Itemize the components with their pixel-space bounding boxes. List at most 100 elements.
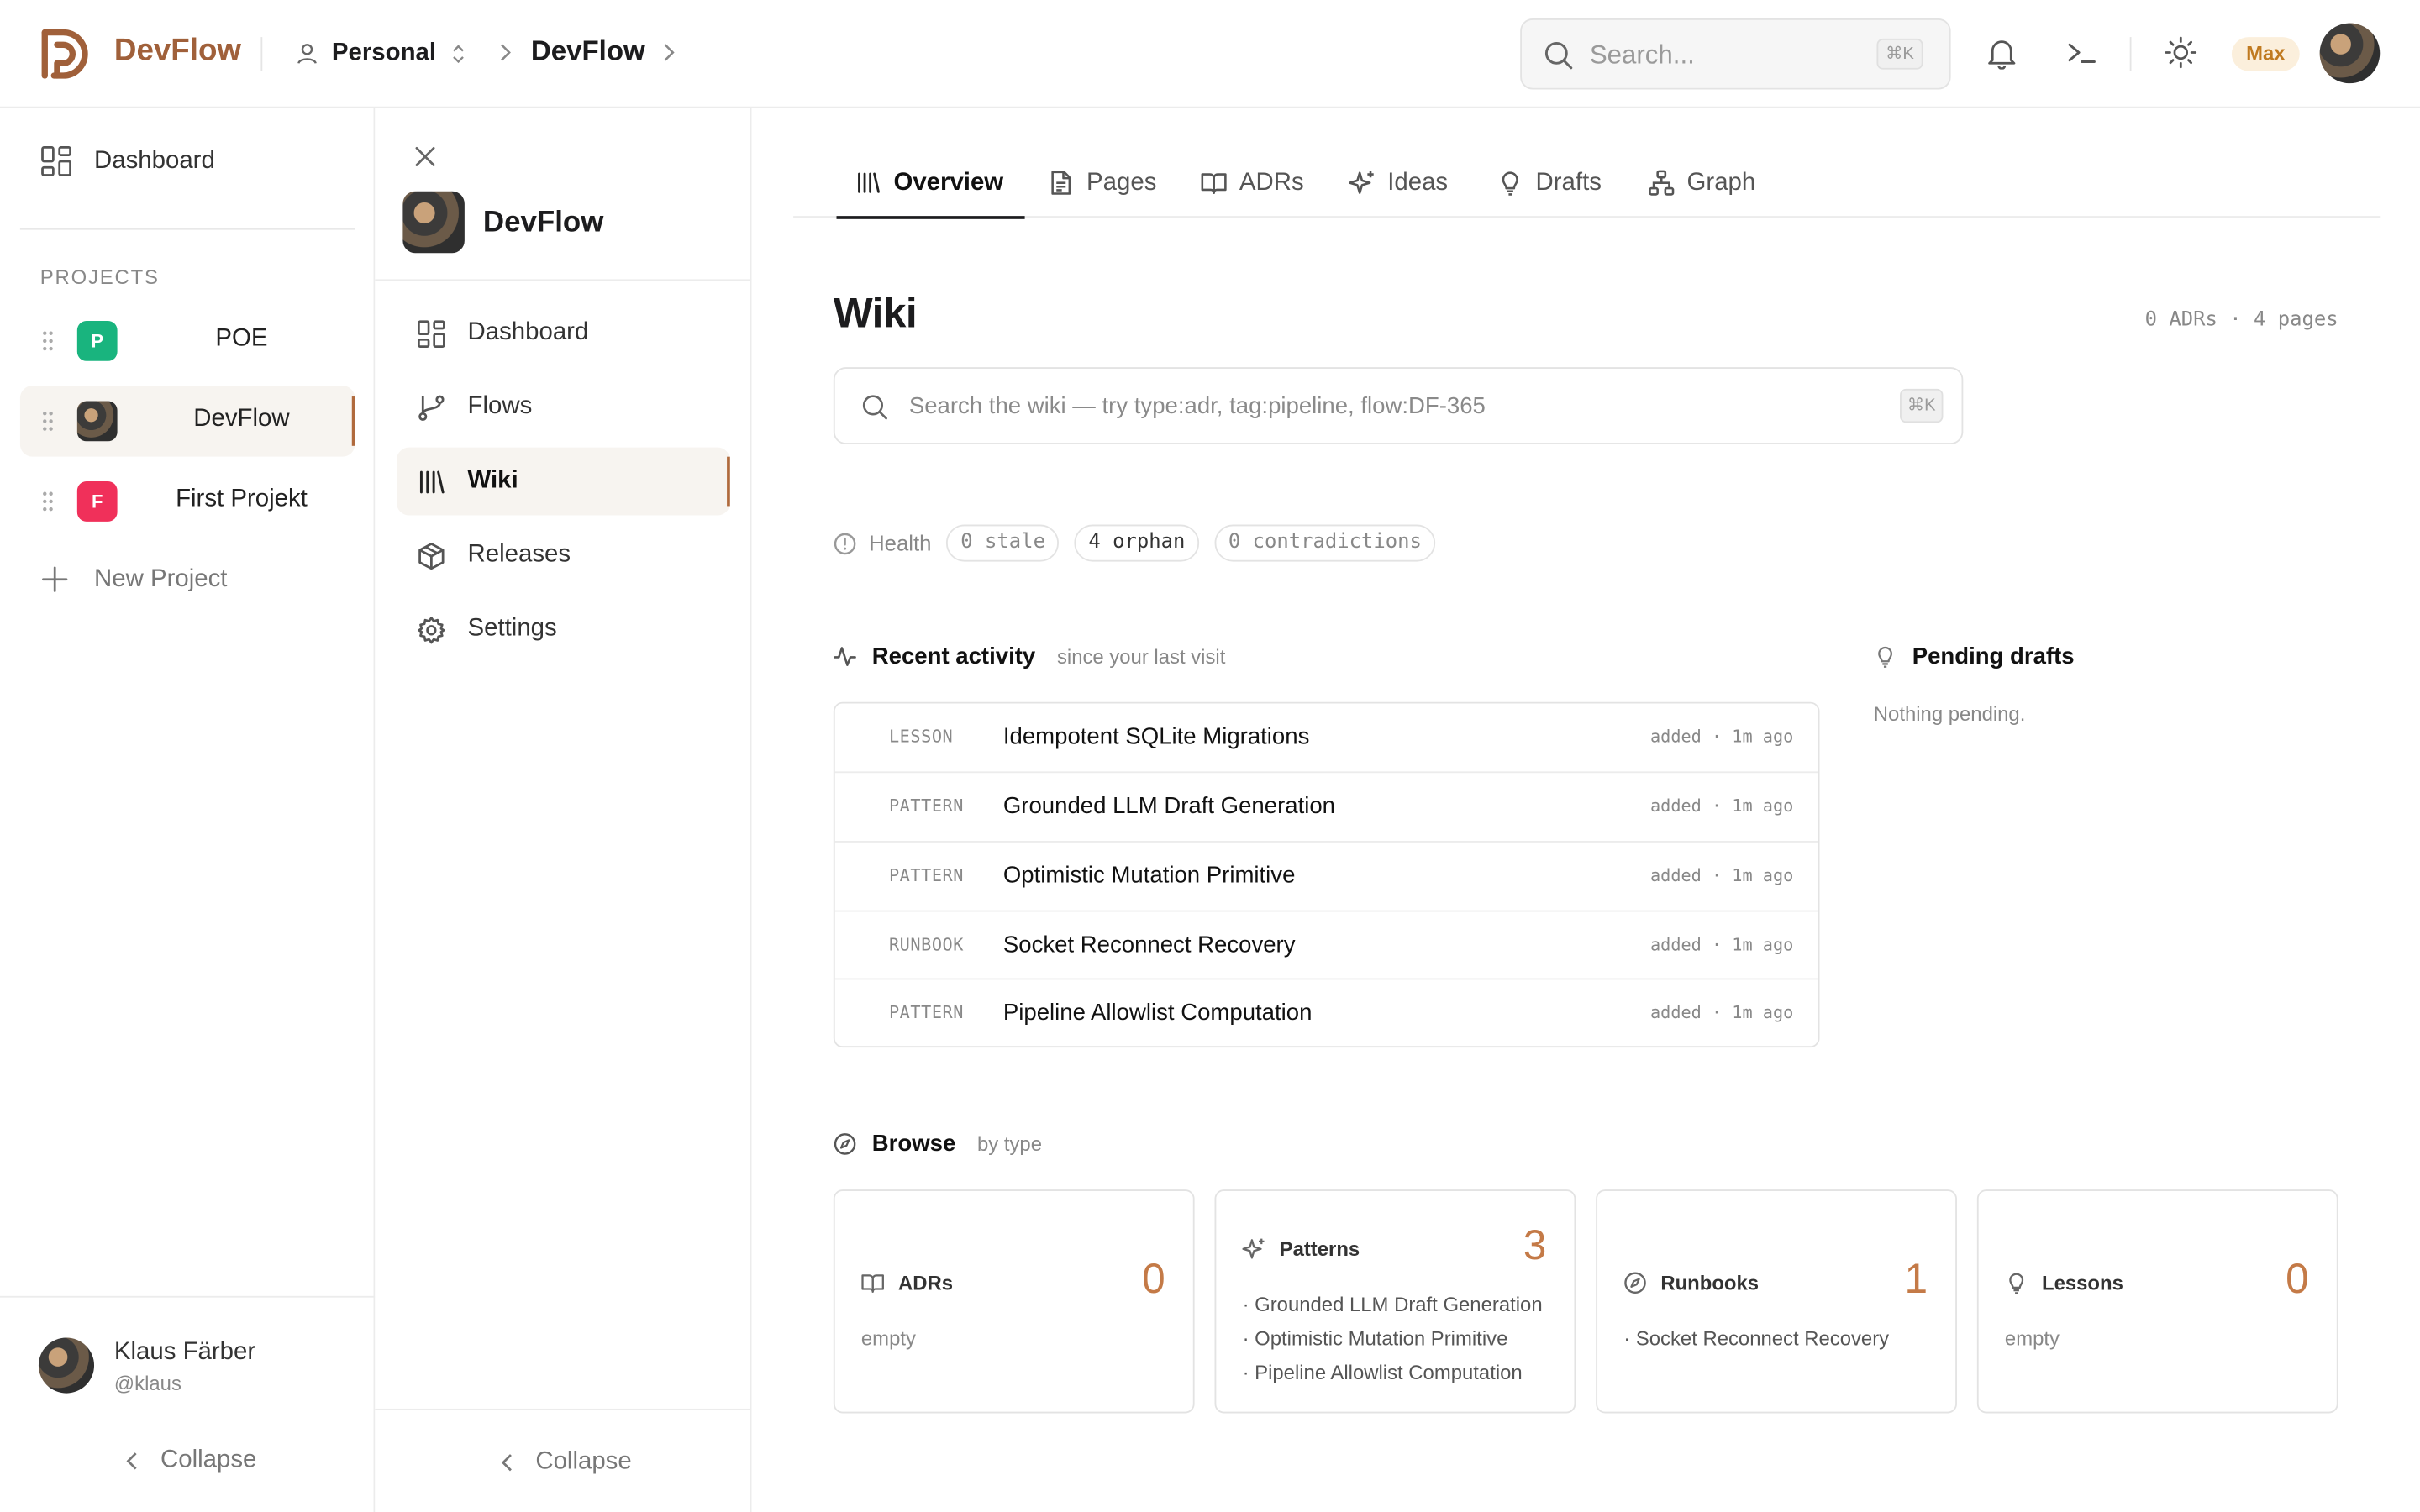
browse-card-patterns[interactable]: Patterns 3 · Grounded LLM Draft Generati… [1214,1189,1576,1414]
tab-label: Pages [1086,169,1157,196]
drag-handle-icon[interactable] [40,330,55,352]
nav-item-flows[interactable]: Flows [397,373,730,441]
card-title: Lessons [2005,1271,2123,1294]
browse-card-runbooks[interactable]: Runbooks 1 · Socket Reconnect Recovery [1596,1189,1957,1414]
tab-pages[interactable]: Pages [1048,148,1156,218]
chevron-right-icon[interactable] [659,42,677,64]
collapse-button[interactable]: Collapse [498,1448,632,1477]
new-project-button[interactable]: New Project [40,564,228,594]
divider [2129,37,2132,71]
top-bar: DevFlow Personal DevFlow Search... ⌘K Ma… [0,0,2420,108]
stale-chip[interactable]: 0 stale [946,524,1060,562]
new-project-label: New Project [94,565,228,592]
project-item-devflow[interactable]: DevFlow [19,386,355,457]
divider [375,279,752,281]
user-name: Klaus Färber [113,1339,256,1366]
nav-label: Releases [467,541,571,568]
activity-row[interactable]: RUNBOOK Socket Reconnect Recovery added … [834,910,1818,980]
card-list-item[interactable]: · Pipeline Allowlist Computation [1243,1361,1560,1384]
sidebar-footer: Collapse [375,1408,752,1512]
activity-row[interactable]: PATTERN Optimistic Mutation Primitive ad… [834,841,1818,911]
git-branch-icon [418,394,445,421]
activity-row[interactable]: PATTERN Grounded LLM Draft Generation ad… [834,771,1818,841]
collapse-label: Collapse [535,1448,632,1475]
search-icon [1544,41,1573,70]
drag-handle-icon[interactable] [40,411,55,433]
terminal-icon[interactable] [2065,35,2099,69]
book-open-icon [861,1274,884,1293]
user-badge[interactable]: Max [2231,37,2300,71]
nav-label: Wiki [467,467,518,494]
breadcrumb-project[interactable]: DevFlow [531,35,645,68]
collapse-button[interactable]: Collapse [124,1447,256,1475]
browse-card-lessons[interactable]: Lessons 0 empty [1976,1189,2338,1414]
brand-name[interactable]: DevFlow [114,34,241,69]
chevron-right-icon [501,44,511,61]
workspace-switcher[interactable]: Personal [295,37,467,71]
user-avatar[interactable] [2319,23,2381,84]
page-title: Wiki [833,290,918,337]
section-title: Recent activity [871,643,1036,670]
card-count: 3 [1523,1221,1547,1268]
activity-type: RUNBOOK [888,935,964,955]
close-icon[interactable] [412,144,438,170]
tab-adrs[interactable]: ADRs [1201,148,1304,218]
project-name: DevFlow [193,406,290,433]
card-list-item[interactable]: · Optimistic Mutation Primitive [1243,1327,1560,1351]
card-list-item[interactable]: · Socket Reconnect Recovery [1623,1327,1940,1351]
activity-row[interactable]: LESSON Idempotent SQLite Migrations adde… [835,704,1818,774]
bell-icon[interactable] [1985,35,2018,70]
search-icon [862,395,887,420]
card-empty: empty [860,1326,916,1351]
drafts-empty-text: Nothing pending. [1873,701,2026,726]
info-circle-icon [834,532,856,554]
activity-row[interactable]: PATTERN Pipeline Allowlist Computation a… [834,978,1818,1046]
activity-meta: added · 1m ago [1649,795,1794,816]
tab-overview[interactable]: Overview [836,148,1026,219]
sun-icon[interactable] [2164,35,2197,69]
drag-handle-icon[interactable] [40,491,55,512]
nav-item-dashboard[interactable]: Dashboard [397,299,730,367]
section-title: Browse [871,1131,956,1158]
package-icon [418,542,445,570]
wiki-tabs: Overview Pages ADRs Ideas Drafts Graph [793,148,2381,219]
projects-sidebar: Dashboard PROJECTS P POE DevFlow F First… [0,108,376,1512]
contradictions-chip[interactable]: 0 contradictions [1214,524,1436,562]
section-subtitle: by type [976,1132,1042,1156]
projects-heading: PROJECTS [39,265,160,289]
nav-item-wiki[interactable]: Wiki [397,447,730,516]
activity-meta: added · 1m ago [1649,865,1794,886]
activity-meta: added · 1m ago [1649,1002,1794,1023]
devflow-logo-icon[interactable] [37,24,96,83]
activity-list: LESSON Idempotent SQLite Migrations adde… [833,701,1820,1048]
orphan-chip[interactable]: 4 orphan [1074,524,1199,562]
lightbulb-icon [2009,1273,2024,1294]
activity-title: Idempotent SQLite Migrations [1002,723,1310,750]
global-search[interactable]: Search... ⌘K [1520,18,1951,90]
project-item-poe[interactable]: P POE [20,306,355,376]
activity-type: PATTERN [888,795,964,816]
section-subtitle: since your last visit [1056,644,1226,669]
card-empty: empty [2004,1326,2060,1351]
activity-meta: added · 1m ago [1649,727,1794,747]
dashboard-link[interactable]: Dashboard [40,145,215,178]
divider [19,228,355,230]
tab-ideas[interactable]: Ideas [1349,148,1448,218]
card-title: Runbooks [1623,1271,1759,1294]
tab-drafts[interactable]: Drafts [1497,148,1602,218]
tab-graph[interactable]: Graph [1649,148,1755,218]
activity-meta: added · 1m ago [1649,935,1794,955]
wiki-stats: 0 ADRs · 4 pages [2144,308,2338,332]
project-name: POE [215,325,268,352]
activity-type: LESSON [888,727,954,747]
user-avatar [38,1337,95,1394]
browse-card-adrs[interactable]: ADRs 0 empty [833,1189,1195,1414]
card-list-item[interactable]: · Grounded LLM Draft Generation [1243,1293,1560,1316]
nav-item-settings[interactable]: Settings [397,596,730,664]
card-label: Patterns [1279,1237,1360,1261]
project-item-first-projekt[interactable]: F First Projekt [20,466,355,537]
book-open-icon [1201,173,1227,194]
nav-item-releases[interactable]: Releases [397,522,730,590]
user-profile[interactable]: Klaus Färber @klaus Collapse [0,1295,376,1512]
wiki-search-input[interactable]: Search the wiki — try type:adr, tag:pipe… [833,367,1964,444]
